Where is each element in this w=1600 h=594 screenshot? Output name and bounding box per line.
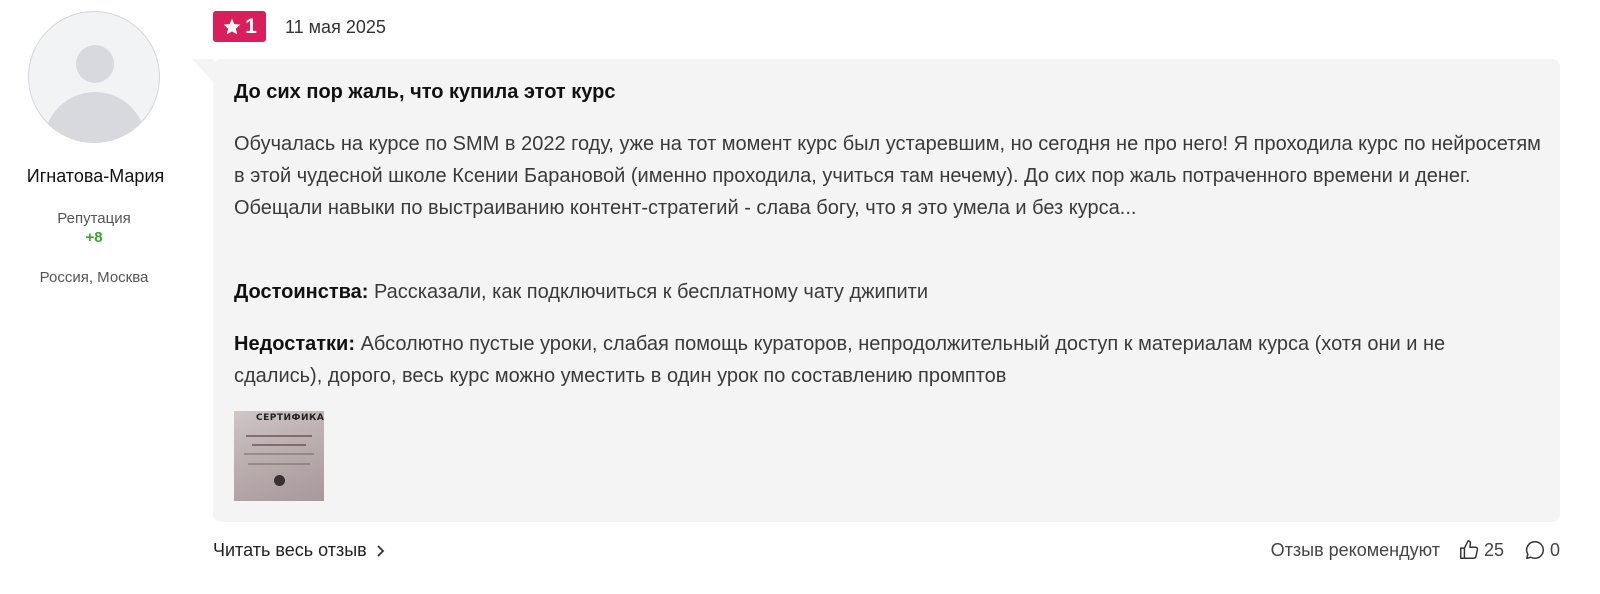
review-actions: Отзыв рекомендуют 25 0 (1271, 539, 1560, 561)
comments-count: 0 (1549, 539, 1560, 560)
card-pointer (192, 59, 214, 83)
rating-badge: 1 (213, 11, 266, 42)
author-name[interactable]: Игнатова-Мария (0, 166, 191, 187)
avatar[interactable] (28, 11, 160, 143)
like-button[interactable]: 25 (1458, 539, 1504, 561)
reputation-label: Репутация (57, 210, 131, 227)
read-more-label: Читать весь отзыв (213, 540, 367, 560)
certificate-line (248, 463, 310, 465)
certificate-line (244, 453, 314, 455)
read-full-review-link[interactable]: Читать весь отзыв (213, 540, 385, 561)
comments-button[interactable]: 0 (1524, 539, 1560, 561)
certificate-caption: СЕРТИФИКАТ (256, 413, 324, 423)
cons-label: Недостатки: (234, 333, 356, 355)
review-pros: Достоинства: Рассказали, как подключитьс… (234, 276, 1544, 308)
review-date: 11 мая 2025 (285, 17, 386, 37)
author-location: Россия, Москва (39, 269, 149, 286)
cons-text: Абсолютно пустые уроки, слабая помощь ку… (234, 333, 1446, 387)
pros-text: Рассказали, как подключиться к бесплатно… (374, 281, 929, 303)
recommend-label: Отзыв рекомендуют (1270, 539, 1440, 560)
certificate-seal (274, 475, 285, 486)
attachment-thumbnail[interactable]: СЕРТИФИКАТ (234, 411, 324, 501)
rating-value: 1 (245, 14, 257, 38)
star-icon (223, 18, 241, 34)
review-cons: Недостатки: Абсолютно пустые уроки, слаб… (234, 328, 1534, 392)
comment-icon (1525, 541, 1544, 559)
avatar-body (44, 92, 146, 142)
thumbs-up-icon (1459, 540, 1479, 559)
likes-count: 25 (1483, 539, 1504, 560)
avatar-head (76, 45, 114, 83)
certificate-line (252, 444, 306, 446)
review-title[interactable]: До сих пор жаль, что купила этот курс (234, 81, 616, 104)
review-text: Обучалась на курсе по SMM в 2022 году, у… (234, 133, 1541, 219)
review-card: До сих пор жаль, что купила этот курс Об… (213, 59, 1560, 522)
pros-label: Достоинства: (234, 281, 369, 303)
certificate-line (246, 435, 312, 437)
chevron-right-icon (377, 544, 384, 557)
reputation-value: +8 (85, 229, 103, 246)
